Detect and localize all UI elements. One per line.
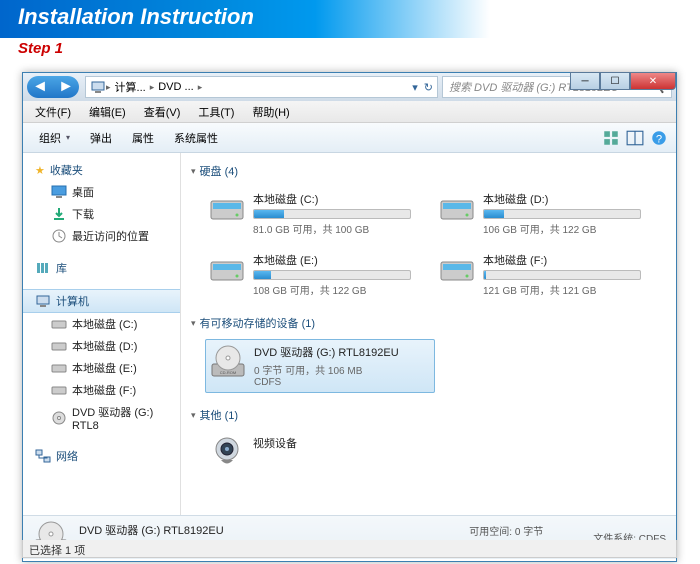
drive-sub: 121 GB 可用，共 121 GB (483, 282, 641, 297)
webcam-icon (209, 435, 245, 471)
drive-local-1[interactable]: 本地磁盘 (D:) 106 GB 可用，共 122 GB (435, 187, 645, 240)
drive-dvd[interactable]: CD-ROM DVD 驱动器 (G:) RTL8192EU 0 字节 可用，共 … (205, 339, 435, 393)
view-mode-icon[interactable] (602, 129, 620, 147)
capacity-bar (483, 270, 641, 280)
device-video[interactable]: 视频设备 (205, 431, 415, 475)
dropdown-icon[interactable]: ▾ (412, 81, 418, 94)
sidebar-item-drive-d[interactable]: 本地磁盘 (D:) (23, 335, 180, 357)
banner-title: Installation Instruction (0, 0, 700, 38)
drive-icon (51, 338, 67, 354)
drive-name: DVD 驱动器 (G:) RTL8192EU (254, 344, 430, 360)
address-bar[interactable]: ▸ 计算... ▸ DVD ... ▸ ▾ ↻ (85, 76, 438, 98)
drive-name: 本地磁盘 (D:) (483, 191, 641, 207)
menu-help[interactable]: 帮助(H) (244, 102, 297, 122)
breadcrumb-segment[interactable]: DVD ... (154, 81, 197, 93)
window-controls: ─ ☐ ✕ (570, 72, 676, 90)
drive-sub: 81.0 GB 可用，共 100 GB (253, 221, 411, 236)
menu-tools[interactable]: 工具(T) (190, 102, 242, 122)
explorer-window: ─ ☐ ✕ ◄ ► ▸ 计算... ▸ DVD ... ▸ ▾ ↻ 搜索 DVD… (22, 72, 677, 562)
svg-text:CD-ROM: CD-ROM (220, 370, 236, 375)
device-name: 视频设备 (253, 435, 411, 451)
drive-local-0[interactable]: 本地磁盘 (C:) 81.0 GB 可用，共 100 GB (205, 187, 415, 240)
drive-name: 本地磁盘 (F:) (483, 252, 641, 268)
sidebar-item-drive-e[interactable]: 本地磁盘 (E:) (23, 357, 180, 379)
download-icon (51, 206, 67, 222)
svg-text:?: ? (656, 133, 662, 145)
sidebar-libraries[interactable]: 库 (23, 257, 180, 279)
organize-button[interactable]: 组织 (31, 127, 78, 149)
computer-icon (90, 79, 106, 95)
computer-icon (35, 293, 51, 309)
library-icon (35, 260, 51, 276)
breadcrumb-separator-icon: ▸ (198, 82, 203, 93)
menu-edit[interactable]: 编辑(E) (81, 102, 134, 122)
sidebar-item-recent[interactable]: 最近访问的位置 (23, 225, 180, 247)
drive-local-3[interactable]: 本地磁盘 (F:) 121 GB 可用，共 121 GB (435, 248, 645, 301)
hdd-icon (439, 252, 475, 288)
capacity-bar (253, 209, 411, 219)
drive-sub: 106 GB 可用，共 122 GB (483, 221, 641, 236)
sidebar-favorites[interactable]: ★收藏夹 (23, 159, 180, 181)
details-title: DVD 驱动器 (G:) RTL8192EU (79, 522, 459, 538)
breadcrumb-segment[interactable]: 计算... (111, 79, 150, 95)
main-pane: 硬盘 (4) 本地磁盘 (C:) 81.0 GB 可用，共 100 GB 本地磁… (181, 153, 676, 515)
drive-name: 本地磁盘 (C:) (253, 191, 411, 207)
hdd-icon (439, 191, 475, 227)
drive-sub1: 0 字节 可用，共 106 MB (254, 362, 430, 377)
drive-icon (51, 316, 67, 332)
disc-icon (51, 410, 67, 426)
help-icon[interactable]: ? (650, 129, 668, 147)
cdrom-icon: CD-ROM (210, 344, 246, 380)
menu-view[interactable]: 查看(V) (136, 102, 189, 122)
drive-local-2[interactable]: 本地磁盘 (E:) 108 GB 可用，共 122 GB (205, 248, 415, 301)
status-bar: 已选择 1 项 (22, 540, 677, 558)
sidebar-item-drive-f[interactable]: 本地磁盘 (F:) (23, 379, 180, 401)
content-area: ★收藏夹 桌面 下载 最近访问的位置 库 计算机 本地磁盘 (C:) 本地磁盘 … (23, 153, 676, 515)
hdd-icon (209, 191, 245, 227)
group-removable[interactable]: 有可移动存储的设备 (1) (191, 311, 666, 335)
sidebar-item-dvd[interactable]: DVD 驱动器 (G:) RTL8 (23, 401, 180, 435)
drive-icon (51, 382, 67, 398)
drive-icon (51, 360, 67, 376)
properties-button[interactable]: 属性 (124, 127, 162, 149)
toolbar: 组织 弹出 属性 系统属性 ? (23, 123, 676, 153)
refresh-icon[interactable]: ↻ (424, 81, 433, 94)
capacity-bar (483, 209, 641, 219)
navigation-sidebar: ★收藏夹 桌面 下载 最近访问的位置 库 计算机 本地磁盘 (C:) 本地磁盘 … (23, 153, 181, 515)
hdd-icon (209, 252, 245, 288)
back-button[interactable]: ◄ (27, 76, 53, 98)
sidebar-item-drive-c[interactable]: 本地磁盘 (C:) (23, 313, 180, 335)
minimize-button[interactable]: ─ (570, 72, 600, 90)
maximize-button[interactable]: ☐ (600, 72, 630, 90)
capacity-bar (253, 270, 411, 280)
forward-button[interactable]: ► (53, 76, 79, 98)
menubar: 文件(F) 编辑(E) 查看(V) 工具(T) 帮助(H) (23, 101, 676, 123)
preview-pane-icon[interactable] (626, 129, 644, 147)
drive-sub: 108 GB 可用，共 122 GB (253, 282, 411, 297)
sidebar-item-downloads[interactable]: 下载 (23, 203, 180, 225)
sidebar-computer[interactable]: 计算机 (23, 289, 180, 313)
group-other[interactable]: 其他 (1) (191, 403, 666, 427)
sidebar-network[interactable]: 网络 (23, 445, 180, 467)
recent-icon (51, 228, 67, 244)
drive-sub2: CDFS (254, 377, 430, 388)
network-icon (35, 448, 51, 464)
desktop-icon (51, 184, 67, 200)
eject-button[interactable]: 弹出 (82, 127, 120, 149)
step-label: Step 1 (0, 38, 700, 59)
group-harddisk[interactable]: 硬盘 (4) (191, 159, 666, 183)
close-button[interactable]: ✕ (630, 72, 676, 90)
sidebar-item-desktop[interactable]: 桌面 (23, 181, 180, 203)
menu-file[interactable]: 文件(F) (27, 102, 79, 122)
system-properties-button[interactable]: 系统属性 (166, 127, 226, 149)
drive-name: 本地磁盘 (E:) (253, 252, 411, 268)
